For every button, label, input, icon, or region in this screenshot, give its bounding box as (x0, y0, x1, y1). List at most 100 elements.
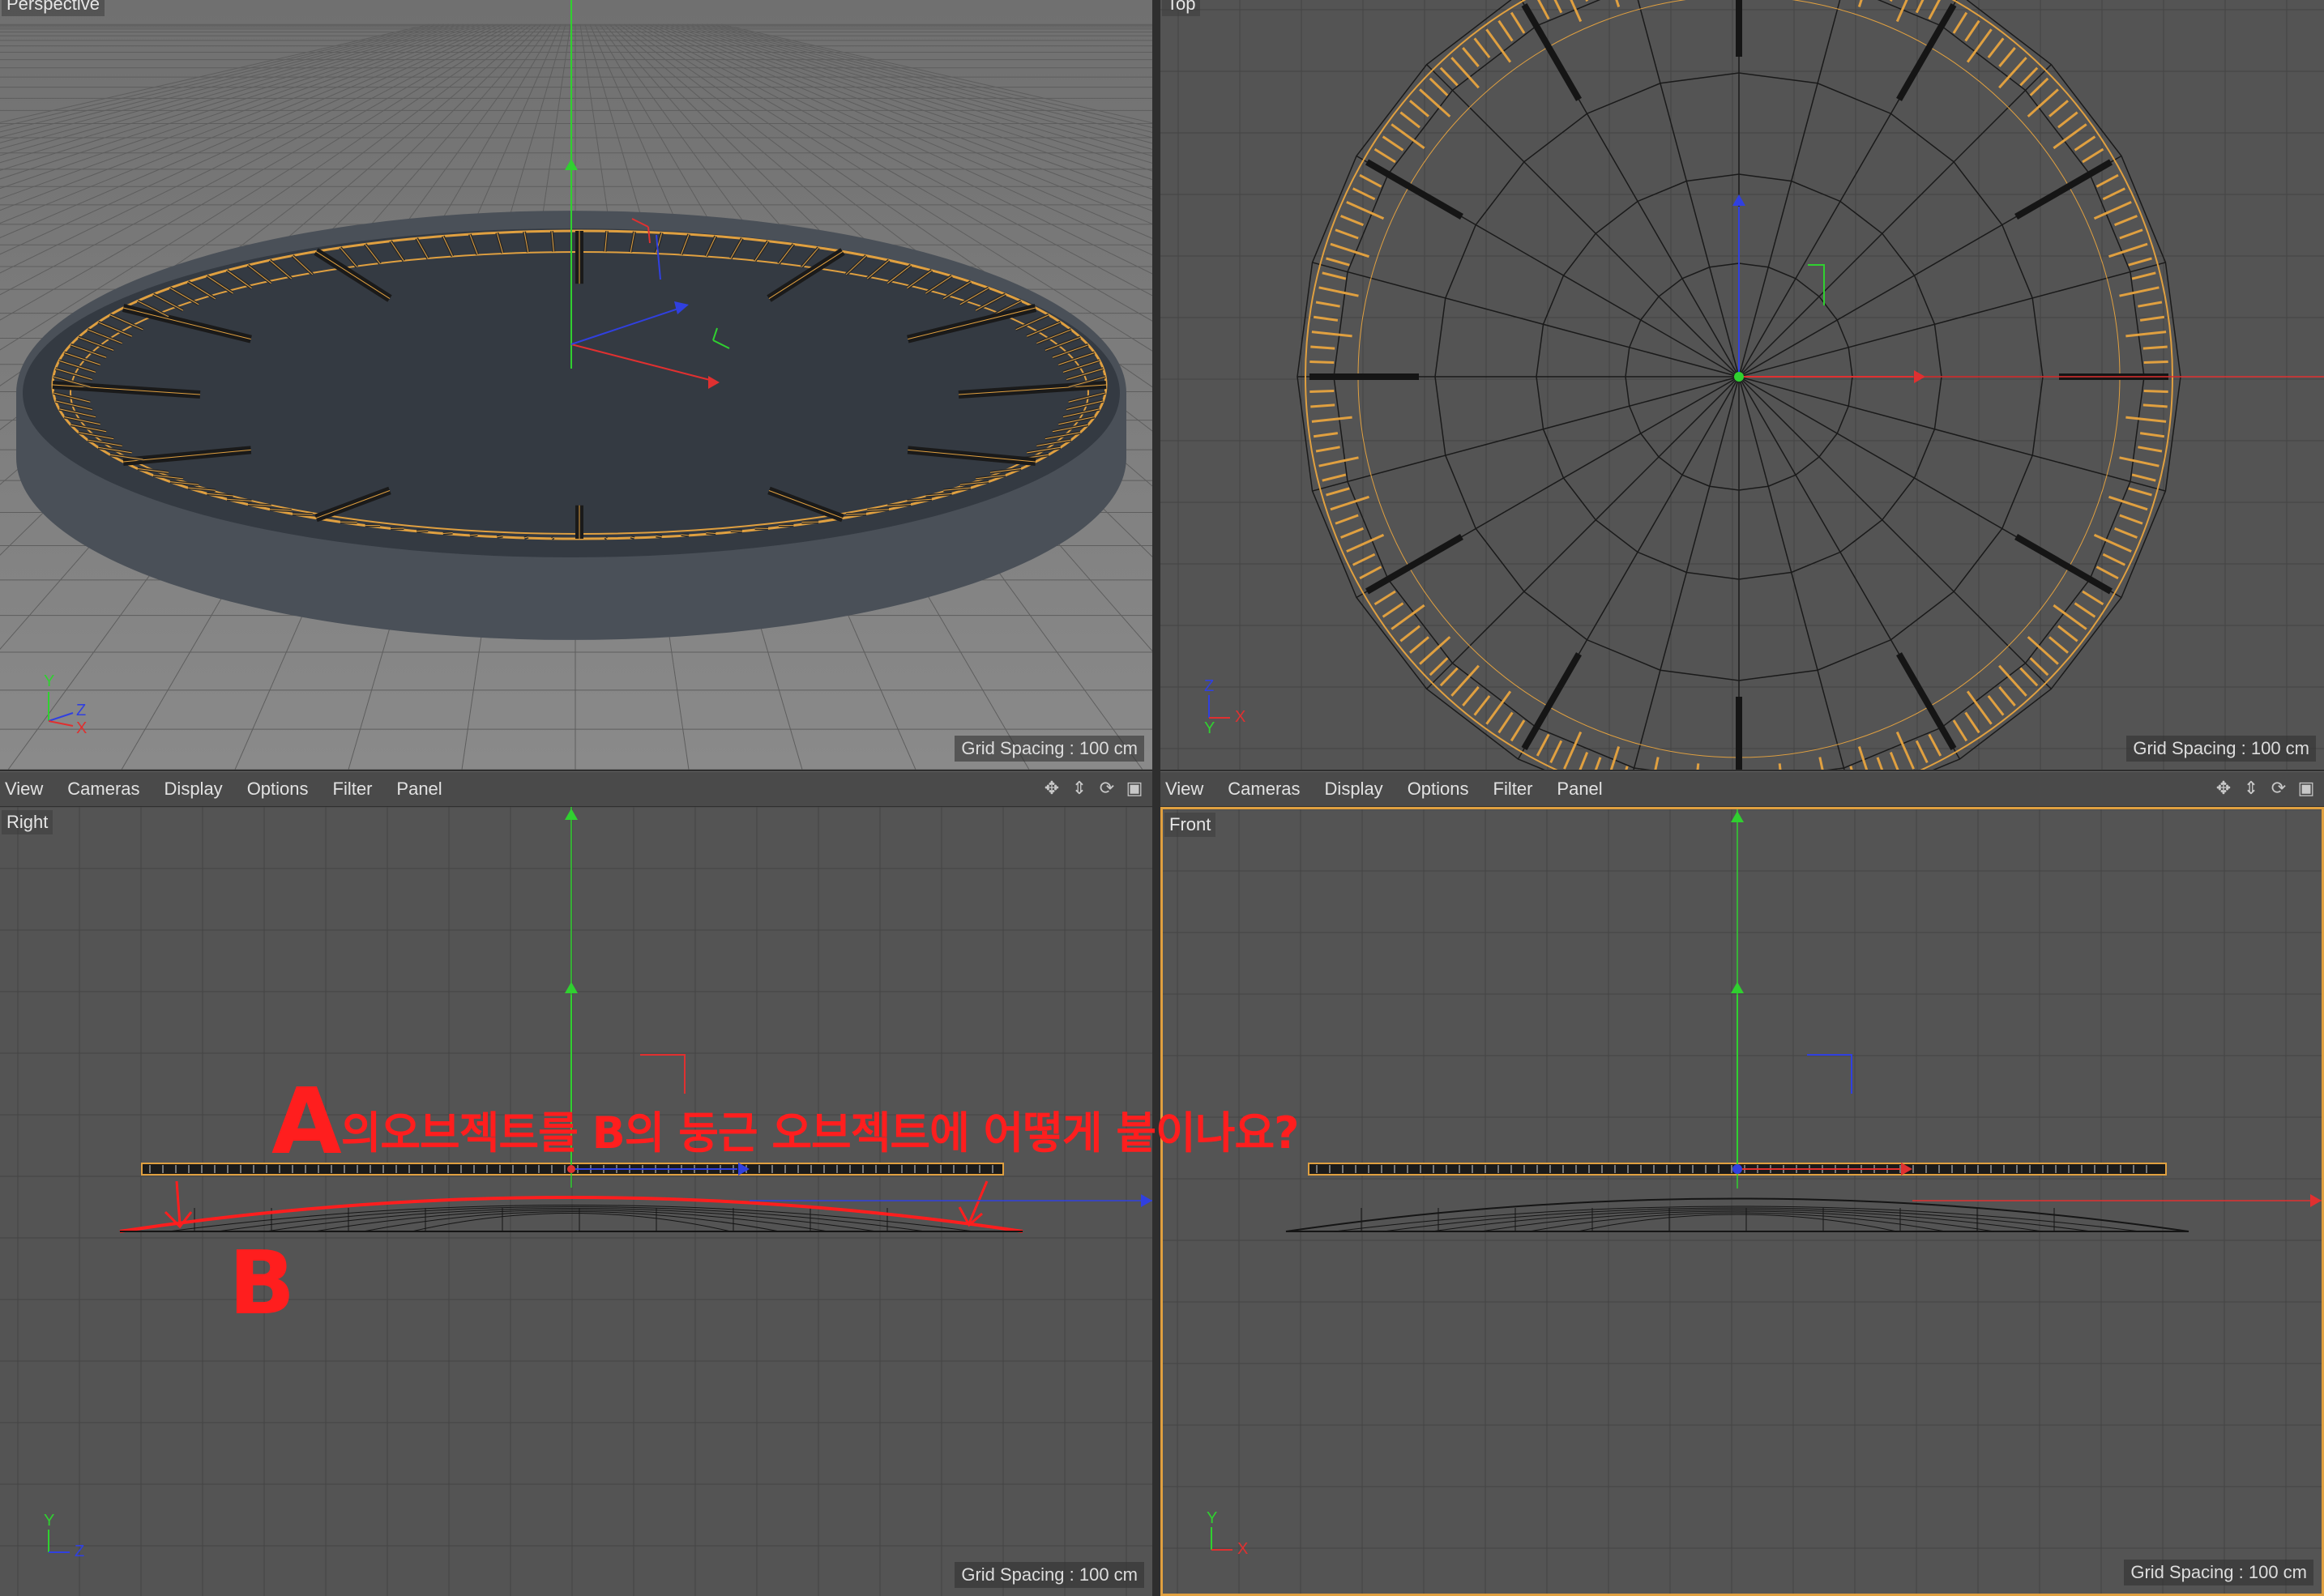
menu-display[interactable]: Display (1325, 779, 1383, 800)
menu-cameras[interactable]: Cameras (1228, 779, 1300, 800)
dial-tick (2114, 215, 2138, 227)
dial-tick (1510, 719, 1526, 742)
dial-tick (1373, 590, 1396, 606)
dial-tick (1310, 403, 1335, 408)
disc-wireframe-spoke (1312, 376, 1740, 492)
disc-wireframe-spoke (1738, 376, 2166, 492)
dial-tick (1409, 100, 1429, 117)
dial-tick (1310, 345, 1335, 350)
disc-wireframe-spoke (1738, 64, 2052, 378)
axis-indicator: Y Z (44, 1512, 85, 1560)
dial-tick (2048, 100, 2069, 117)
dial-tick (1382, 135, 1404, 151)
menu-display[interactable]: Display (164, 779, 223, 800)
dial-tick (1654, 757, 1660, 770)
object-origin (1732, 1164, 1742, 1174)
dial-tick (1778, 763, 1782, 770)
viewport-nav-icons: ✥ ⇕ ⟳ ▣ (1040, 777, 1146, 800)
dial-tick (1615, 0, 1621, 7)
object-axis-z-head (1732, 194, 1745, 206)
menu-panel[interactable]: Panel (396, 779, 442, 800)
dial-tick (2082, 590, 2104, 606)
dial-tick (1382, 602, 1404, 618)
viewport-right[interactable]: Right Y Z Grid Spacing : 100 cm (0, 807, 1152, 1596)
dial-tick (1311, 331, 1352, 338)
menu-options[interactable]: Options (247, 779, 309, 800)
viewport-splitter-vertical[interactable] (1152, 0, 1160, 1596)
menu-view[interactable]: View (5, 779, 43, 800)
dial-tick (2082, 147, 2104, 164)
grid-spacing-label: Grid Spacing : 100 cm (955, 1562, 1144, 1588)
dial-tick (1429, 77, 1449, 96)
dial-tick (1889, 0, 1893, 2)
disc-wireframe-spoke (1426, 64, 1740, 378)
zoom-icon[interactable]: ⇕ (1068, 777, 1091, 800)
viewport-front[interactable]: Front Y X Grid Spacing : 100 cm (1160, 807, 2324, 1596)
dial-tick (1857, 746, 1869, 770)
dial-tick (1409, 636, 1429, 654)
dial-tick (1373, 147, 1396, 164)
dial-tick (1473, 37, 1491, 58)
disc-wireframe-line (168, 1205, 975, 1232)
dial-tick (1553, 0, 1563, 14)
dial-tick (2139, 432, 2165, 438)
viewport-menubar-right-view: View Cameras Display Options Filter Pane… (0, 771, 1152, 807)
dial-tick (2138, 301, 2163, 308)
dial-tick (1579, 752, 1589, 770)
dial-tick (2093, 533, 2132, 553)
move-icon[interactable]: ✥ (2212, 777, 2235, 800)
annotation-question: A의오브젝트를 B의 둥근 오브젝트에 어떻게 붙이나요? (271, 1069, 1300, 1175)
disc-wireframe-spoke (1426, 376, 1740, 689)
rotate-icon[interactable]: ⟳ (1096, 777, 1118, 800)
dial-tick (1309, 361, 1335, 365)
annotation-arrow (175, 1180, 182, 1226)
dial-tick (2102, 187, 2126, 201)
viewport-label: Right (2, 810, 53, 834)
dial-tick (1536, 733, 1550, 757)
dial-tick (1964, 19, 1980, 42)
move-icon[interactable]: ✥ (1040, 777, 1063, 800)
dial-tick (2125, 331, 2167, 338)
annotation-question-text: 의오브젝트를 B의 둥근 오브젝트에 어떻게 붙이나요? (340, 1107, 1300, 1159)
dial-tick (2029, 657, 2049, 676)
menu-view[interactable]: View (1165, 779, 1203, 800)
world-axis-y-head (565, 809, 578, 820)
dial-tick (2119, 286, 2160, 297)
menu-filter[interactable]: Filter (333, 779, 373, 800)
dial-tick (1549, 740, 1563, 764)
maximize-icon[interactable]: ▣ (1123, 777, 1146, 800)
dial-tick (2095, 565, 2119, 580)
grid-spacing-label: Grid Spacing : 100 cm (2126, 736, 2316, 762)
menu-panel[interactable]: Panel (1557, 779, 1602, 800)
disc-wireframe-line (216, 1206, 926, 1232)
dial-tick (1352, 553, 1376, 566)
dial-tick (1315, 301, 1340, 308)
dial-tick (1399, 111, 1420, 129)
maximize-icon[interactable]: ▣ (2295, 777, 2318, 800)
menu-cameras[interactable]: Cameras (67, 779, 139, 800)
dial-tick (2119, 456, 2160, 467)
dial-tick (1915, 0, 1925, 14)
viewport-top[interactable]: Top Z Y X Grid Spacing : 100 cm (1160, 0, 2324, 770)
dial-tick (1473, 695, 1491, 716)
dial-tick (2142, 345, 2168, 350)
rotate-icon[interactable]: ⟳ (2267, 777, 2290, 800)
dial-tick (1987, 37, 2005, 58)
dial-tick (1889, 752, 1899, 770)
front-scene (1163, 809, 2322, 1594)
dial-tick (2143, 389, 2168, 393)
menu-filter[interactable]: Filter (1493, 779, 1533, 800)
viewport-perspective[interactable]: Perspective Y Z X Grid Spacing : 100 cm (0, 0, 1152, 770)
dial-tick (1439, 66, 1459, 87)
zoom-icon[interactable]: ⇕ (2240, 777, 2262, 800)
object-axis-y-head (565, 982, 578, 993)
right-scene (0, 807, 1152, 1596)
viewport-label: Top (1162, 0, 1201, 16)
dial-tick (1326, 257, 1350, 267)
menu-options[interactable]: Options (1408, 779, 1469, 800)
dial-tick (1987, 695, 2005, 716)
dial-tick (2095, 173, 2119, 188)
dial-tick (1311, 416, 1352, 423)
disc-wireframe-spoke (1738, 376, 2052, 689)
dial-tick (2114, 527, 2138, 539)
